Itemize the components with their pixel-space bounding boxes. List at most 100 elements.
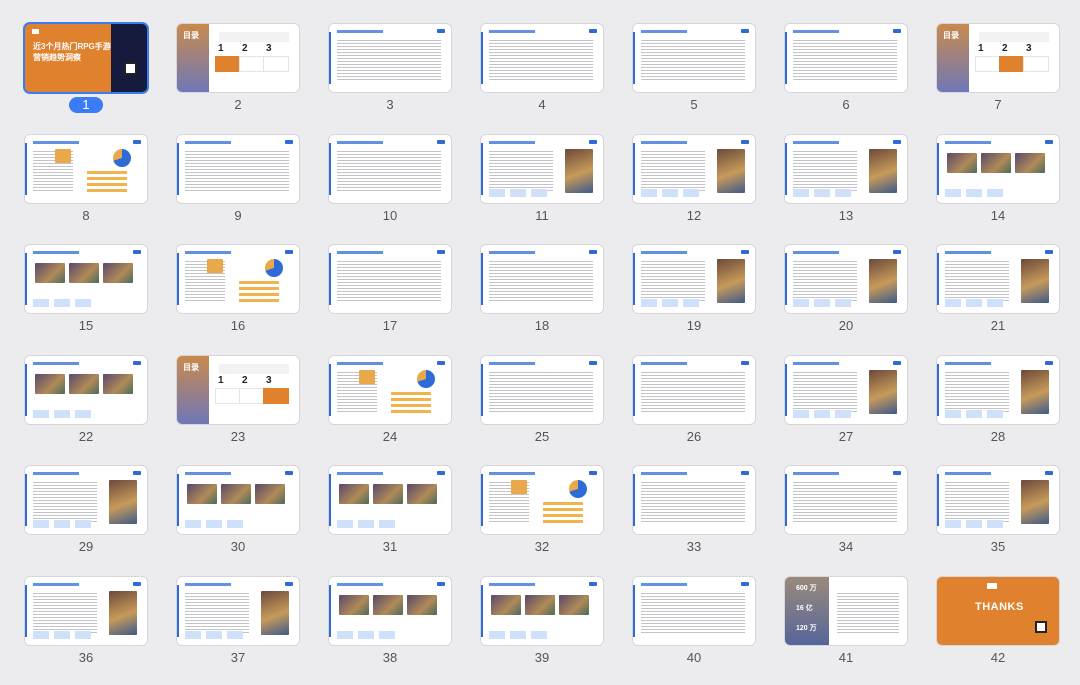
- bar-chart: [543, 502, 583, 526]
- brand-logo: [1045, 140, 1053, 144]
- brand-logo: [285, 582, 293, 586]
- slide-preview: [481, 24, 603, 92]
- slide-title: [641, 30, 687, 33]
- pie-chart: [417, 370, 435, 388]
- toc-heading: 目录: [183, 31, 199, 40]
- slide-number: 40: [686, 650, 702, 665]
- screenshot-image: [525, 595, 555, 615]
- slide-title: [793, 251, 839, 254]
- body-text: [337, 259, 441, 303]
- app-icon: [359, 370, 375, 384]
- slide-thumbnail[interactable]: 25: [481, 356, 603, 456]
- slide-title: 营销趋势洞察: [33, 53, 81, 62]
- screenshot-image: [717, 149, 745, 193]
- brand-logo: [893, 361, 901, 365]
- slide-thumbnail[interactable]: 34: [785, 466, 907, 566]
- slide-thumbnail[interactable]: 19: [633, 245, 755, 345]
- slide-thumbnail[interactable]: 4: [481, 24, 603, 124]
- body-text: [793, 259, 857, 303]
- slide-thumbnail[interactable]: 600 万 16 亿 120 万 41: [785, 577, 907, 677]
- toc-side-panel: 目录: [177, 356, 209, 424]
- slide-thumbnail[interactable]: 目录 1 2 3 23: [177, 356, 299, 456]
- slide-title: [793, 30, 839, 33]
- slide-title: [641, 141, 687, 144]
- slide-thumbnail[interactable]: 5: [633, 24, 755, 124]
- accent-bar: [937, 474, 939, 526]
- slide-thumbnail[interactable]: 38: [329, 577, 451, 677]
- brand-logo: [987, 583, 997, 589]
- slide-thumbnail[interactable]: 28: [937, 356, 1059, 456]
- slide-number: 28: [990, 429, 1006, 444]
- toc-item: 1: [215, 375, 241, 404]
- slide-thumbnail[interactable]: 目录 1 2 3 2: [177, 24, 299, 124]
- screenshot-image: [103, 374, 133, 394]
- slide-preview: [177, 135, 299, 203]
- slide-thumbnail[interactable]: 8: [25, 135, 147, 235]
- slide-thumbnail[interactable]: 22: [25, 356, 147, 456]
- slide-thumbnail[interactable]: 6: [785, 24, 907, 124]
- accent-bar: [177, 474, 179, 526]
- accent-bar: [633, 143, 635, 195]
- screenshot-image: [69, 263, 99, 283]
- slide-title: [185, 251, 231, 254]
- slide-thumbnail[interactable]: 3: [329, 24, 451, 124]
- brand-logo: [741, 361, 749, 365]
- slide-thumbnail[interactable]: 17: [329, 245, 451, 345]
- slide-number: 2: [234, 97, 242, 112]
- slide-number: 23: [230, 429, 246, 444]
- slide-thumbnail[interactable]: 12: [633, 135, 755, 235]
- accent-bar: [633, 585, 635, 637]
- slide-thumbnail[interactable]: 15: [25, 245, 147, 345]
- slide-thumbnail[interactable]: 26: [633, 356, 755, 456]
- slide-title: [793, 141, 839, 144]
- brand-logo: [133, 582, 141, 586]
- slide-title: [33, 251, 79, 254]
- slide-title: [489, 583, 535, 586]
- body-text: [793, 149, 857, 193]
- slide-thumbnail[interactable]: 16: [177, 245, 299, 345]
- pie-chart: [113, 149, 131, 167]
- toc-item: 3: [1023, 43, 1049, 72]
- slide-thumbnail[interactable]: 近3个月热门RPG手游 营销趋势洞察 1: [25, 24, 147, 124]
- slide-thumbnail[interactable]: 32: [481, 466, 603, 566]
- slide-thumbnail[interactable]: 27: [785, 356, 907, 456]
- slide-title: [185, 472, 231, 475]
- stat-value: 120 万: [796, 625, 817, 632]
- slide-thumbnail[interactable]: 20: [785, 245, 907, 345]
- brand-logo: [437, 471, 445, 475]
- slide-thumbnail[interactable]: 31: [329, 466, 451, 566]
- slide-thumbnail[interactable]: 14: [937, 135, 1059, 235]
- slide-thumbnail[interactable]: 24: [329, 356, 451, 456]
- body-text: [837, 591, 899, 635]
- body-text: [33, 591, 97, 635]
- body-text: [489, 259, 593, 303]
- slide-thumbnail[interactable]: THANKS 42: [937, 577, 1059, 677]
- slide-thumbnail[interactable]: 35: [937, 466, 1059, 566]
- slide-thumbnail[interactable]: 9: [177, 135, 299, 235]
- slide-thumbnail[interactable]: 目录 1 2 3 7: [937, 24, 1059, 124]
- slide-thumbnail[interactable]: 21: [937, 245, 1059, 345]
- slide-thumbnail[interactable]: 37: [177, 577, 299, 677]
- brand-logo: [589, 140, 597, 144]
- tag-chips: [33, 299, 91, 307]
- slide-number: 9: [234, 208, 242, 223]
- slide-thumbnail[interactable]: 33: [633, 466, 755, 566]
- slide-thumbnail[interactable]: 13: [785, 135, 907, 235]
- slide-thumbnail[interactable]: 40: [633, 577, 755, 677]
- thanks-title: THANKS: [975, 601, 1024, 613]
- brand-logo: [285, 471, 293, 475]
- slide-thumbnail[interactable]: 10: [329, 135, 451, 235]
- slide-number: 29: [78, 539, 94, 554]
- tag-chips: [33, 410, 91, 418]
- slide-thumbnail[interactable]: 18: [481, 245, 603, 345]
- slide-title: 近3个月热门RPG手游: [33, 42, 111, 51]
- qr-code-icon: [124, 62, 137, 75]
- slide-thumbnail[interactable]: 29: [25, 466, 147, 566]
- slide-thumbnail[interactable]: 36: [25, 577, 147, 677]
- screenshot-image: [261, 591, 289, 635]
- tag-chips: [945, 410, 1003, 418]
- slide-thumbnail[interactable]: 11: [481, 135, 603, 235]
- brand-logo: [893, 250, 901, 254]
- slide-thumbnail[interactable]: 39: [481, 577, 603, 677]
- slide-thumbnail[interactable]: 30: [177, 466, 299, 566]
